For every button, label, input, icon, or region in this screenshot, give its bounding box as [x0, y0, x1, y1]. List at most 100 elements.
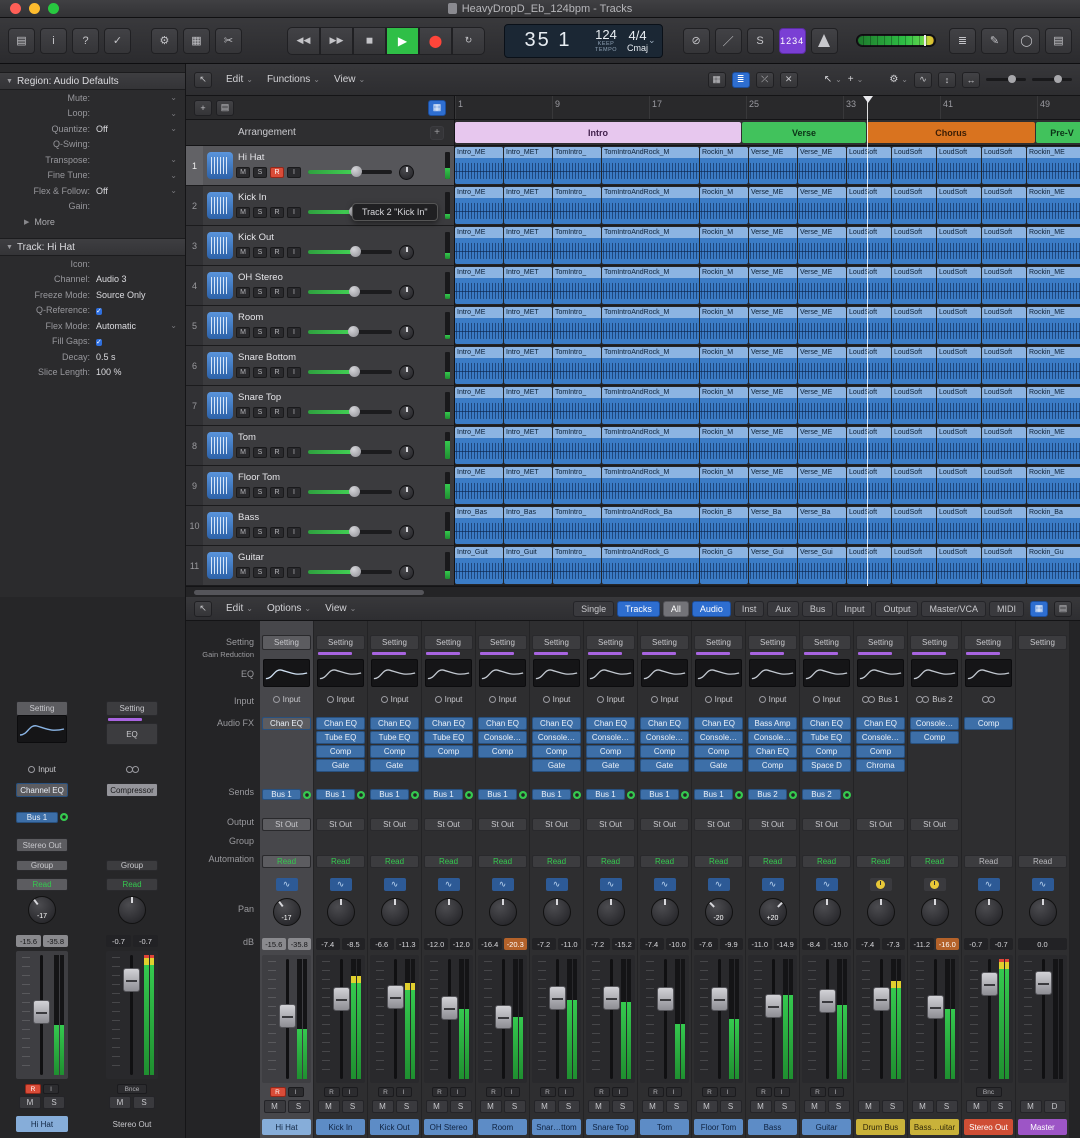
fx-plugin-button[interactable]: Space D	[802, 759, 851, 772]
channel-input-slot[interactable]: Input	[478, 693, 527, 706]
audio-region[interactable]: TomIntroAndRock_M	[602, 347, 699, 384]
volume-fader[interactable]	[262, 955, 311, 1083]
channel-setting-button[interactable]: Setting	[370, 635, 419, 650]
channel-strip-name[interactable]: Snare Top	[586, 1119, 635, 1135]
track-solo-button[interactable]: S	[253, 367, 267, 378]
audio-region[interactable]: Rockin_Ba	[1027, 507, 1080, 544]
audio-fx-slot[interactable]: Chan EQ	[640, 717, 689, 730]
eq-thumbnail[interactable]	[479, 659, 526, 687]
close-window-button[interactable]	[10, 3, 21, 14]
mixer-filter-tracks[interactable]: Tracks	[617, 601, 660, 617]
pan-knob[interactable]	[118, 896, 146, 924]
strip-solo-button[interactable]: S	[504, 1100, 526, 1113]
audio-fx-slot[interactable]: Chan EQ	[316, 717, 365, 730]
waveform-display-icon[interactable]: ∿	[546, 878, 568, 891]
audio-region[interactable]: LoudSoft	[892, 467, 936, 504]
audio-region[interactable]: Verse_ME	[798, 427, 846, 464]
audio-region[interactable]: Rockin_M	[700, 187, 748, 224]
fx-plugin-button[interactable]: Tube EQ	[370, 731, 419, 744]
waveform-display-icon[interactable]: ∿	[276, 878, 298, 891]
send-bus-button[interactable]: Bus 1	[262, 789, 301, 800]
audio-region[interactable]: TomIntroAndRock_M	[602, 467, 699, 504]
mixer-filter-midi[interactable]: MIDI	[989, 601, 1024, 617]
track-record-arm-button[interactable]: R	[270, 207, 284, 218]
send-slot[interactable]: Bus 1	[262, 788, 311, 801]
track-header[interactable]: 1Hi HatMSRI	[186, 146, 455, 185]
track-mute-button[interactable]: M	[236, 567, 250, 578]
track-mute-button[interactable]: M	[236, 407, 250, 418]
strip-mute-button[interactable]: M	[588, 1100, 610, 1113]
fader-handle[interactable]	[765, 994, 782, 1018]
audio-region[interactable]: LoudSoft	[847, 507, 891, 544]
record-button[interactable]: ⬤	[419, 27, 452, 55]
send-level-knob[interactable]	[303, 791, 311, 799]
pan-knob[interactable]	[1029, 898, 1057, 926]
channel-strip-name[interactable]: Stereo Out	[106, 1116, 158, 1132]
send-level-knob[interactable]	[60, 813, 68, 821]
fx-plugin-button[interactable]: Comp	[532, 745, 581, 758]
eq-thumbnail[interactable]	[695, 659, 742, 687]
strip-solo-button[interactable]: S	[828, 1100, 850, 1113]
fx-plugin-button[interactable]: Console…	[532, 731, 581, 744]
audio-region[interactable]: Intro_ME	[455, 427, 503, 464]
rewind-button[interactable]: ◀◀	[287, 27, 320, 55]
waveform-display-icon[interactable]: ∿	[978, 878, 1000, 891]
strip-solo-button[interactable]: S	[342, 1100, 364, 1113]
output-button[interactable]: St Out	[910, 818, 959, 831]
mixer-filter-bus[interactable]: Bus	[802, 601, 834, 617]
fx-plugin-button[interactable]: Comp	[370, 745, 419, 758]
volume-fader[interactable]	[370, 955, 419, 1083]
pan-knob[interactable]	[813, 898, 841, 926]
track-solo-button[interactable]: S	[253, 447, 267, 458]
output-button[interactable]: St Out	[640, 818, 689, 831]
track-header[interactable]: 5RoomMSRI	[186, 306, 455, 345]
automation-mode-button[interactable]: Read	[424, 855, 473, 868]
output-slot[interactable]: St Out	[910, 818, 959, 831]
fx-plugin-button[interactable]: Comp	[802, 745, 851, 758]
audio-region[interactable]: LoudSoft	[892, 227, 936, 264]
track-volume-slider[interactable]	[308, 450, 392, 454]
volume-handle[interactable]	[350, 246, 361, 257]
waveform-display-icon[interactable]: ∿	[492, 878, 514, 891]
track-mute-button[interactable]: M	[236, 247, 250, 258]
mixer-filter-mastervca[interactable]: Master/VCA	[921, 601, 986, 617]
audio-fx-slot[interactable]: Chan EQ	[802, 717, 851, 730]
strip-input-monitor-button[interactable]: I	[288, 1087, 304, 1097]
track-solo-button[interactable]: S	[253, 327, 267, 338]
waveform-display-icon[interactable]: ∿	[384, 878, 406, 891]
audio-fx-slot[interactable]: Chan EQ	[478, 717, 527, 730]
stepper-icon[interactable]: ⌄	[170, 155, 177, 164]
waveform-display-icon[interactable]: ∿	[762, 878, 784, 891]
strip-input-monitor-button[interactable]: I	[612, 1087, 628, 1097]
play-button[interactable]: ▶	[386, 27, 419, 55]
checkbox-checked-icon[interactable]: ✓	[96, 339, 102, 346]
channel-strip-name[interactable]: Drum Bus	[856, 1119, 905, 1135]
track-solo-button[interactable]: S	[253, 407, 267, 418]
metronome-button[interactable]	[811, 28, 838, 54]
stepper-icon[interactable]: ⌄	[170, 109, 177, 118]
strip-record-arm-button[interactable]: R	[810, 1087, 826, 1097]
fx-plugin-button[interactable]: Channel EQ	[16, 783, 68, 797]
mixer-toggle-button[interactable]: ▦	[183, 28, 210, 54]
fader-handle[interactable]	[387, 985, 404, 1009]
audio-region[interactable]: Verse_ME	[749, 467, 797, 504]
mixer-filter-audio[interactable]: Audio	[692, 601, 731, 617]
audio-region[interactable]: Rockin_B	[700, 507, 748, 544]
audio-region[interactable]: Verse_ME	[749, 387, 797, 424]
volume-handle[interactable]	[349, 526, 360, 537]
track-pan-knob[interactable]	[399, 405, 414, 420]
audio-region[interactable]: LoudSoft	[847, 547, 891, 584]
strip-input-monitor-button[interactable]: I	[774, 1087, 790, 1097]
disclosure-triangle-icon[interactable]: ▼	[6, 78, 13, 85]
group-slot[interactable]	[802, 838, 851, 849]
strip-solo-button[interactable]: S	[43, 1096, 65, 1109]
channel-input-slot[interactable]: Bus 2	[910, 693, 959, 706]
track-header[interactable]: 11GuitarMSRI	[186, 546, 455, 585]
audio-region[interactable]: TomIntroAndRock_M	[602, 187, 699, 224]
volume-handle[interactable]	[349, 486, 360, 497]
eq-thumbnail[interactable]	[587, 659, 634, 687]
narrow-strips-toggle[interactable]: ▦	[1030, 601, 1048, 617]
send-level-knob[interactable]	[681, 791, 689, 799]
automation-mode-button[interactable]: Read	[910, 855, 959, 868]
track-solo-button[interactable]: S	[253, 167, 267, 178]
